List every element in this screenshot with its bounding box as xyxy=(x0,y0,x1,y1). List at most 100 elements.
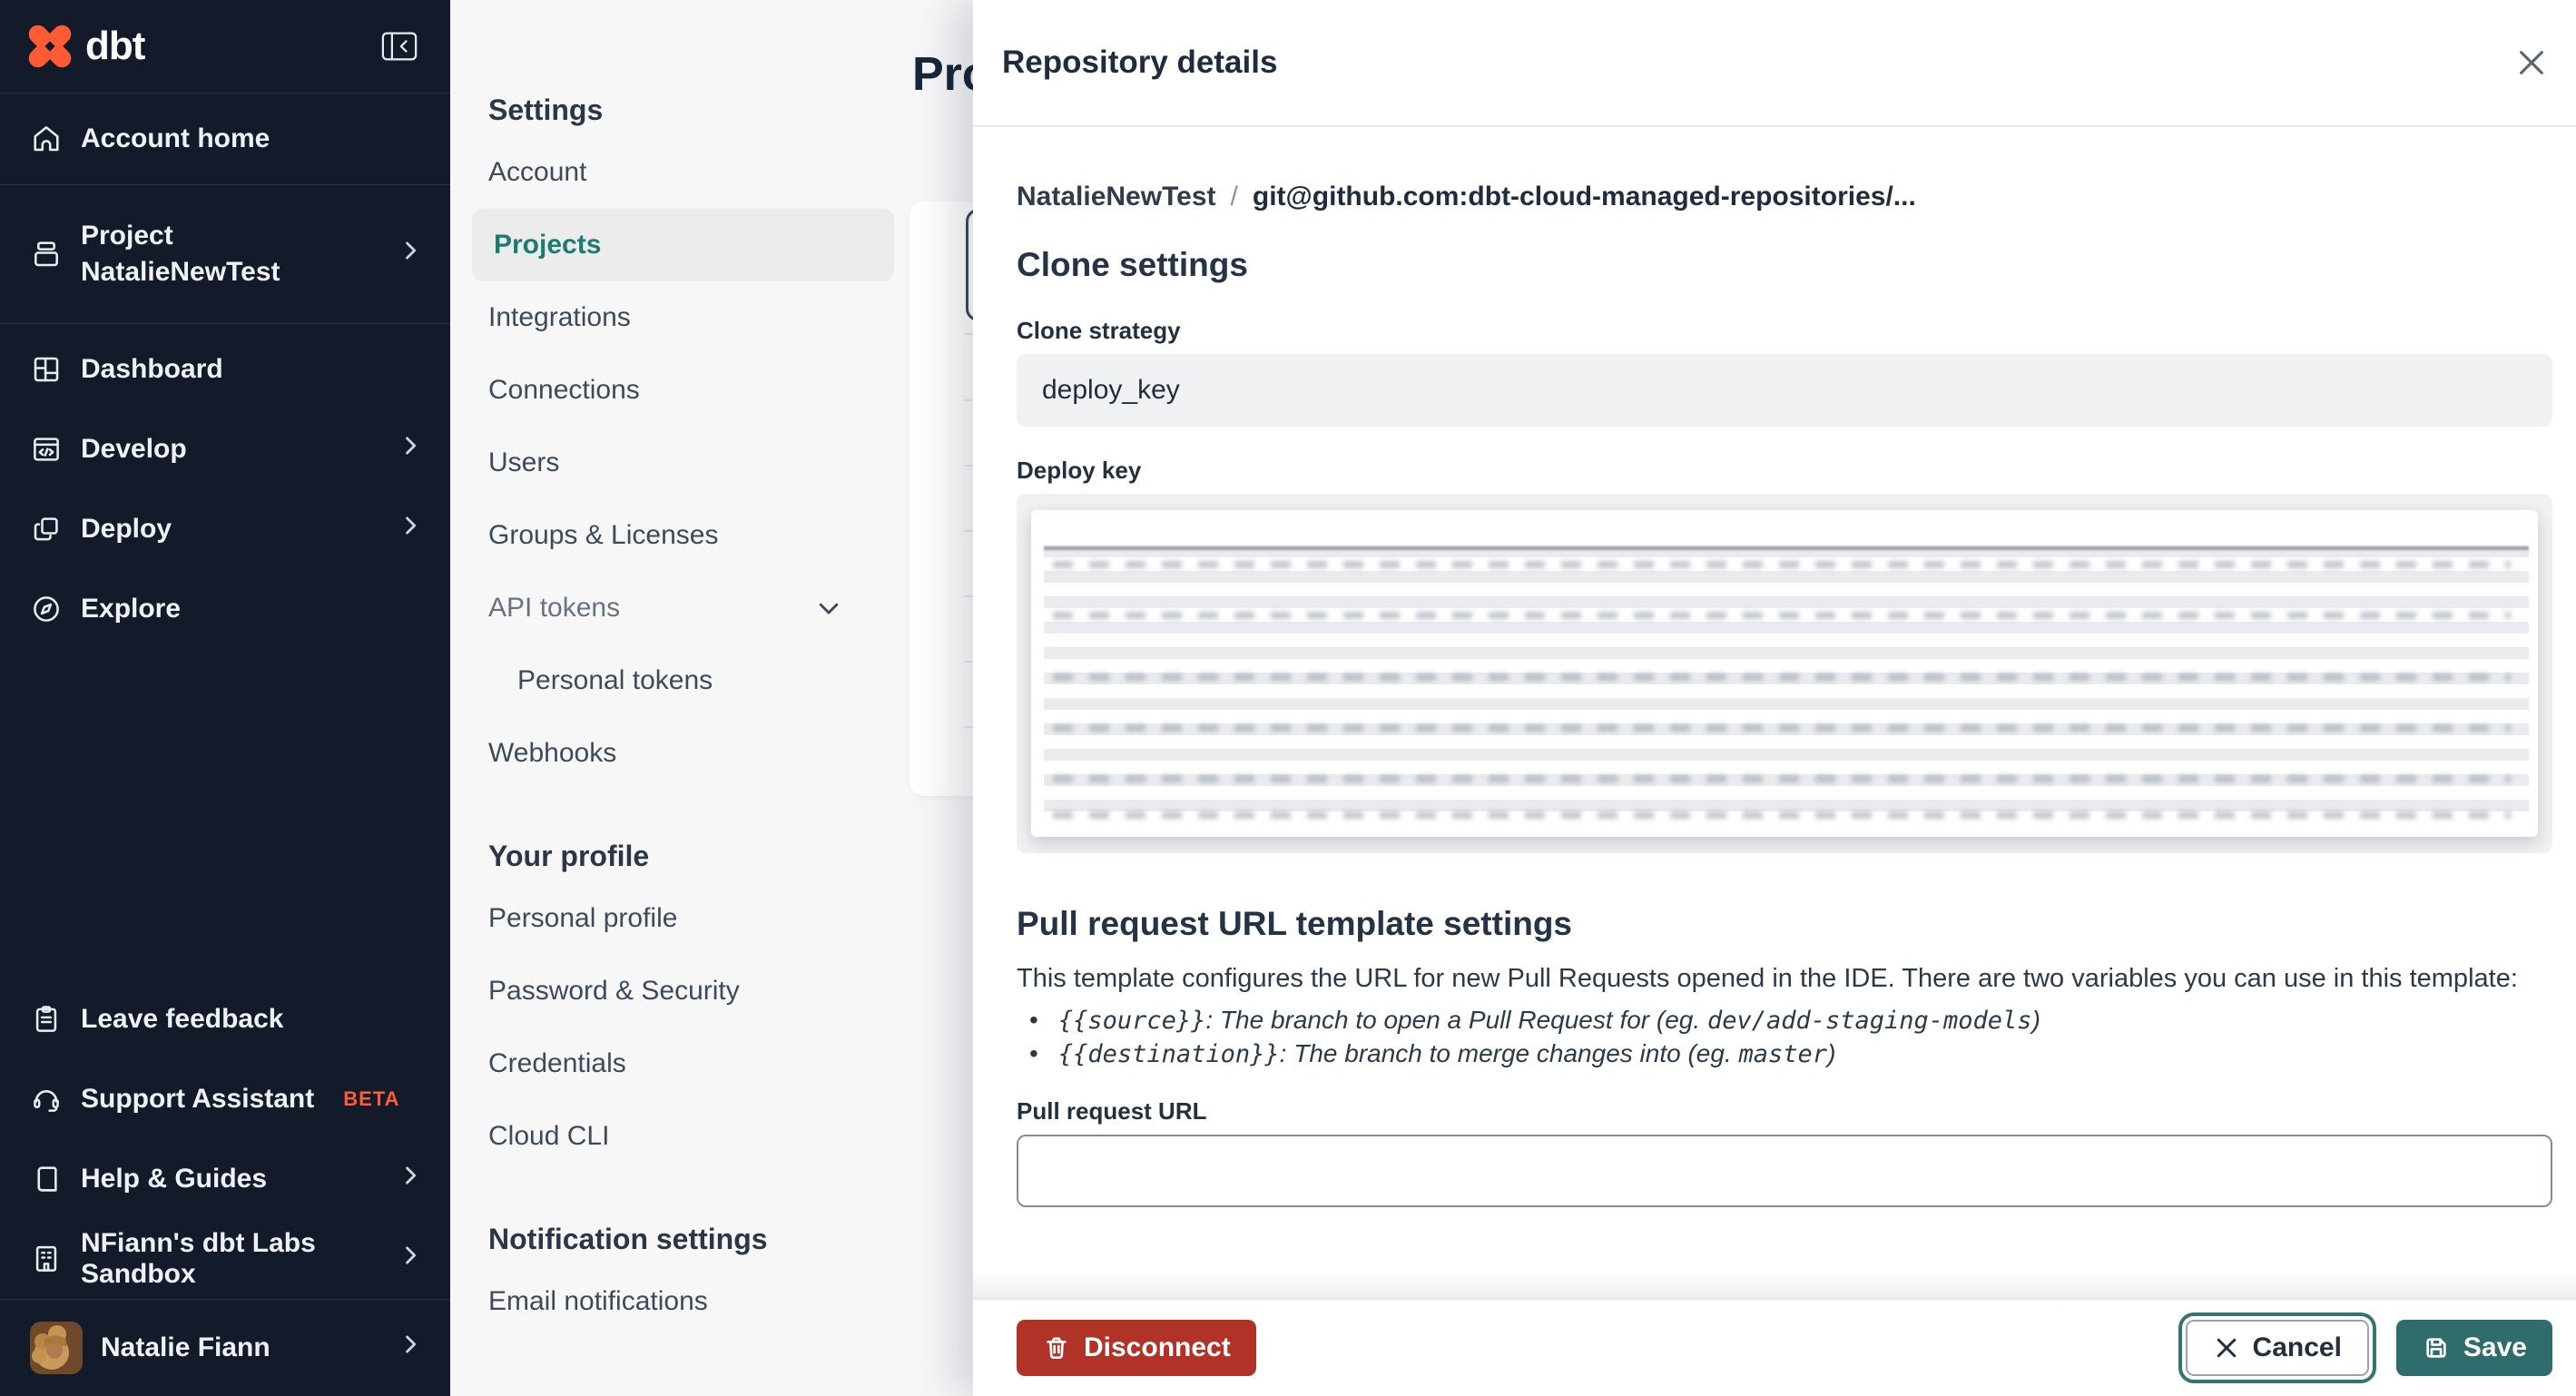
settings-nav: Settings Account Projects Integrations C… xyxy=(450,0,973,1396)
pr-template-heading: Pull request URL template settings xyxy=(1017,905,1572,942)
breadcrumb-separator: / xyxy=(1230,182,1238,211)
sidebar-item-label: Explore xyxy=(81,594,182,624)
settings-nav-item-personal-profile[interactable]: Personal profile xyxy=(488,882,933,955)
chevron-right-icon xyxy=(398,1332,423,1364)
book-icon xyxy=(37,1166,57,1192)
dashboard-icon xyxy=(34,357,59,382)
sidebar-item-explore[interactable]: Explore xyxy=(0,569,450,649)
cancel-button[interactable]: Cancel xyxy=(2185,1320,2369,1376)
pr-template-variables-list: {{source}}: The branch to open a Pull Re… xyxy=(1029,1004,2552,1071)
sidebar-item-dashboard[interactable]: Dashboard xyxy=(0,329,450,409)
deploy-key-redacted-content xyxy=(1031,510,2538,837)
pull-request-url-input[interactable] xyxy=(1017,1135,2552,1207)
pr-template-variable-source: {{source}}: The branch to open a Pull Re… xyxy=(1029,1004,2552,1037)
settings-nav-item-users[interactable]: Users xyxy=(488,427,933,499)
sidebar-item-label: Project NatalieNewTest xyxy=(81,221,280,287)
settings-nav-heading-profile: Your profile xyxy=(488,839,650,872)
settings-nav-item-email-notifications[interactable]: Email notifications xyxy=(488,1265,933,1338)
redacted-key-blur-line xyxy=(1053,724,2511,732)
deploy-key-label: Deploy key xyxy=(1017,457,1142,484)
drawer-footer: Disconnect Cancel Save xyxy=(973,1271,2576,1396)
feedback-icon xyxy=(35,1006,57,1032)
sidebar-item-deploy[interactable]: Deploy xyxy=(0,489,450,569)
chevron-right-icon xyxy=(398,513,423,546)
settings-nav-item-personal-tokens[interactable]: Personal tokens xyxy=(488,644,933,717)
app-sidebar: dbt Account home Project NatalieNewTest xyxy=(0,0,450,1396)
settings-nav-item-connections[interactable]: Connections xyxy=(488,354,933,427)
sidebar-item-leave-feedback[interactable]: Leave feedback xyxy=(0,979,450,1059)
settings-nav-heading-notifications: Notification settings xyxy=(488,1222,768,1255)
sidebar-item-label: Help & Guides xyxy=(81,1164,268,1194)
clone-strategy-label: Clone strategy xyxy=(1017,317,1181,344)
sidebar-collapse-button[interactable] xyxy=(381,31,418,62)
clone-strategy-field[interactable]: deploy_key xyxy=(1017,354,2552,427)
sidebar-item-help-guides[interactable]: Help & Guides xyxy=(0,1139,450,1219)
sidebar-item-label: Develop xyxy=(81,434,187,464)
clone-strategy-value: deploy_key xyxy=(1042,375,1180,405)
chevron-right-icon xyxy=(398,433,423,466)
chevron-down-icon xyxy=(819,603,839,614)
sidebar-item-label: NFiann's dbt Labs Sandbox xyxy=(81,1228,316,1289)
sidebar-item-develop[interactable]: Develop xyxy=(0,409,450,489)
settings-nav-item-cloud-cli[interactable]: Cloud CLI xyxy=(488,1100,933,1173)
sidebar-item-account-home[interactable]: Account home xyxy=(0,93,450,184)
settings-nav-item-integrations[interactable]: Integrations xyxy=(488,281,933,354)
app-window: dbt Account home Project NatalieNewTest xyxy=(0,0,2576,1396)
dbt-logo-icon[interactable] xyxy=(27,24,73,69)
sidebar-logo-row: dbt xyxy=(0,0,450,93)
settings-nav-item-credentials[interactable]: Credentials xyxy=(488,1027,933,1100)
close-icon xyxy=(2217,1338,2236,1358)
user-avatar xyxy=(30,1322,83,1374)
sidebar-item-project[interactable]: Project NatalieNewTest xyxy=(0,185,450,323)
disconnect-button[interactable]: Disconnect xyxy=(1017,1320,1256,1376)
chevron-right-icon xyxy=(398,1163,423,1195)
save-button[interactable]: Save xyxy=(2395,1320,2552,1376)
settings-nav-item-password-security[interactable]: Password & Security xyxy=(488,955,933,1027)
user-name: Natalie Fiann xyxy=(101,1332,270,1362)
redacted-key-blur-line xyxy=(1053,673,2511,681)
sidebar-divider xyxy=(0,323,450,324)
settings-nav-item-projects[interactable]: Projects xyxy=(472,209,894,281)
trash-icon xyxy=(1047,1337,1067,1360)
redacted-key-blur-line xyxy=(1053,775,2511,782)
redacted-key-blur-line xyxy=(1053,561,2511,568)
save-button-label: Save xyxy=(2463,1332,2527,1362)
drawer-body: NatalieNewTest / git@github.com:dbt-clou… xyxy=(973,129,2576,1298)
sidebar-user-menu[interactable]: Natalie Fiann xyxy=(0,1300,450,1396)
home-icon xyxy=(34,126,59,152)
chevron-right-icon xyxy=(398,238,423,270)
drawer-header: Repository details xyxy=(973,0,2576,127)
breadcrumb-repository: git@github.com:dbt-cloud-managed-reposit… xyxy=(1252,182,1916,211)
cancel-button-label: Cancel xyxy=(2252,1332,2342,1362)
sidebar-item-label: Deploy xyxy=(81,514,172,544)
settings-nav-item-webhooks[interactable]: Webhooks xyxy=(488,717,933,790)
deploy-key-field[interactable] xyxy=(1017,494,2552,853)
breadcrumb-project[interactable]: NatalieNewTest xyxy=(1017,182,1216,212)
sidebar-item-support-assistant[interactable]: Support Assistant BETA xyxy=(0,1059,450,1139)
chevron-right-icon xyxy=(398,1243,423,1275)
develop-icon xyxy=(34,437,59,461)
sidebar-item-label: Support Assistant xyxy=(81,1084,315,1114)
save-floppy-icon xyxy=(2426,1338,2446,1358)
sidebar-item-label: Dashboard xyxy=(81,354,223,384)
deploy-icon xyxy=(34,517,58,541)
disconnect-button-label: Disconnect xyxy=(1084,1332,1231,1362)
settings-nav-group-api-tokens[interactable]: API tokens xyxy=(488,572,933,644)
repository-breadcrumb: NatalieNewTest / git@github.com:dbt-clou… xyxy=(1017,182,2552,212)
settings-nav-item-groups-licenses[interactable]: Groups & Licenses xyxy=(488,499,933,572)
pr-template-variable-destination: {{destination}}: The branch to merge cha… xyxy=(1029,1037,2552,1071)
close-drawer-button[interactable] xyxy=(2511,42,2552,84)
settings-nav-item-account[interactable]: Account xyxy=(488,136,933,209)
sidebar-item-label: Account home xyxy=(81,123,270,153)
redacted-key-line xyxy=(1044,546,2529,550)
headset-icon xyxy=(34,1090,59,1112)
sidebar-item-account-sandbox[interactable]: NFiann's dbt Labs Sandbox xyxy=(0,1219,450,1299)
repository-details-drawer: Repository details NatalieNewTest / git@… xyxy=(973,0,2576,1396)
explore-icon xyxy=(34,596,59,622)
building-icon xyxy=(35,1245,57,1272)
clone-settings-heading: Clone settings xyxy=(1017,246,1248,283)
project-icon xyxy=(34,241,58,267)
sidebar-item-label: Leave feedback xyxy=(81,1004,284,1034)
collapse-sidebar-icon xyxy=(381,32,418,61)
